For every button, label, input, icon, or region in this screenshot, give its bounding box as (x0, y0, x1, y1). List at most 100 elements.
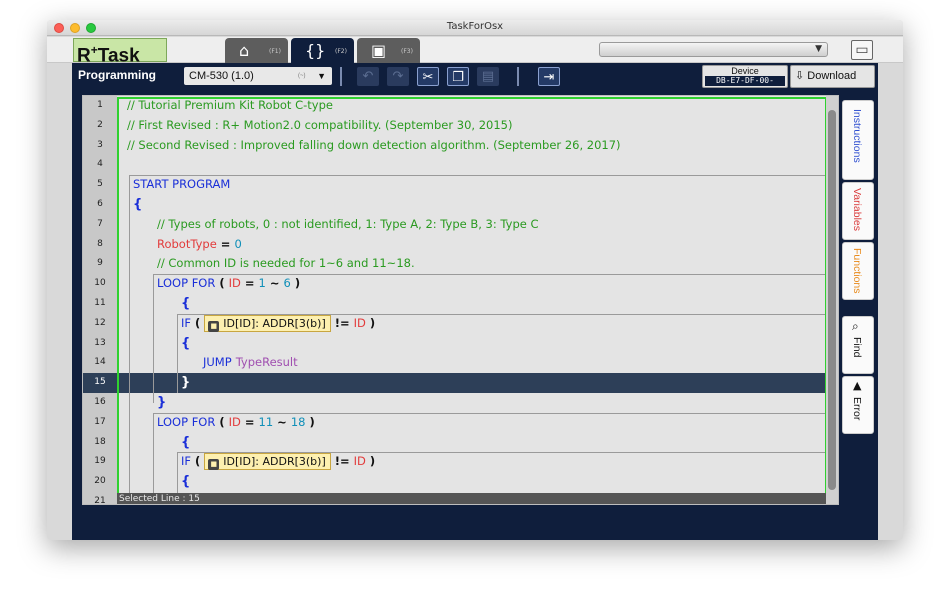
chevron-down-icon: ▼ (815, 44, 822, 54)
line-number: 21 (94, 496, 106, 505)
code-token: // Types of robots, 0 : not identified, … (157, 216, 539, 231)
code-line[interactable]: 12 IF ( ■ ID[ID]: ADDR[3(b)] != ID ) (83, 314, 827, 334)
home-icon: ⌂ (239, 41, 250, 60)
code-line[interactable]: 16} (83, 393, 827, 413)
tab-monitor[interactable]: ▣ (F3) (357, 38, 420, 63)
redo-icon: ↷ (392, 69, 404, 84)
redo-button[interactable]: ↷ (387, 67, 409, 86)
save-button[interactable]: ▭ (851, 40, 873, 60)
code-line[interactable]: 6{ (83, 195, 827, 215)
code-token: { (181, 474, 191, 490)
code-token: 0 (234, 236, 242, 251)
code-text: { (181, 334, 190, 354)
top-bar: R+Task ⌂ (F1) {} (F2) ▣ (F3) ▼ ▭ (47, 37, 903, 66)
paste-button[interactable]: ▤ (477, 67, 499, 86)
line-number: 17 (94, 416, 106, 427)
code-line[interactable]: 17 LOOP FOR ( ID = 11 ~ 18 ) (83, 413, 827, 433)
code-text: LOOP FOR ( ID = 1 ~ 6 ) (157, 274, 300, 294)
code-line[interactable]: 9 // Common ID is needed for 1~6 and 11~1… (83, 254, 827, 274)
block-guide (153, 412, 827, 414)
code-line[interactable]: 11 { (83, 294, 827, 314)
code-icon: {} (305, 41, 326, 60)
line-number: 15 (83, 373, 117, 393)
line-number: 5 (97, 179, 103, 190)
code-line[interactable]: 4 (83, 155, 827, 175)
chip-label: ID[ID]: ADDR[3(b)] (223, 316, 326, 330)
scrollbar-thumb[interactable] (828, 110, 836, 490)
block-guide (129, 175, 130, 504)
code-line[interactable]: 5 START PROGRAM (83, 175, 827, 195)
cut-button[interactable]: ✂ (417, 67, 439, 86)
code-text: { (181, 294, 190, 314)
controller-select[interactable]: CM-530 (1.0) (~) ▼ (184, 67, 332, 85)
code-token: != (330, 454, 354, 469)
line-number: 1 (97, 100, 103, 110)
code-line[interactable]: 19 IF ( ■ ID[ID]: ADDR[3(b)] != ID ) (83, 452, 827, 472)
code-token: 11 (258, 414, 274, 429)
code-token: } (157, 395, 167, 410)
code-text: RobotType = 0 (157, 235, 242, 255)
save-icon: ▭ (855, 42, 869, 58)
code-line[interactable]: 7 // Types of robots, 0 : not identified,… (83, 215, 827, 235)
chip-label: ID[ID]: ADDR[3(b)] (223, 455, 326, 469)
code-token: { (133, 197, 143, 212)
code-token: ~ (265, 276, 284, 291)
side-tab-error[interactable]: ▲ Error (842, 376, 874, 434)
copy-icon: ❐ (452, 70, 464, 85)
block-guide (177, 452, 827, 454)
code-token: { (181, 434, 191, 450)
download-button[interactable]: ⇩ Download (790, 65, 875, 88)
line-number: 3 (97, 139, 103, 150)
bottom-strip (72, 524, 878, 540)
code-line[interactable]: 13 { (83, 334, 827, 354)
line-number: 9 (97, 258, 103, 269)
tab-home[interactable]: ⌂ (F1) (225, 38, 288, 63)
code-token: ( (191, 315, 205, 330)
code-token: START PROGRAM (133, 177, 231, 192)
code-token: ( (215, 276, 229, 291)
side-tab-functions[interactable]: Functions (842, 242, 874, 300)
side-tab-find[interactable]: ⌕ Find (842, 316, 874, 374)
side-tab-instructions[interactable]: Instructions (842, 100, 874, 180)
clipboard-icon: ▤ (481, 69, 495, 84)
side-tab-variables[interactable]: Variables (842, 182, 874, 240)
controller-icon: ■ (208, 320, 220, 332)
scissors-icon: ✂ (422, 70, 434, 85)
side-tab-label: Functions (851, 248, 863, 294)
code-token: ~ (273, 414, 291, 429)
block-guide (129, 175, 827, 177)
undo-button[interactable]: ↶ (357, 67, 379, 86)
code-editor[interactable]: 1 // Tutorial Premium Kit Robot C-type 2 //… (82, 95, 839, 505)
code-token: // Second Revised : Improved falling dow… (127, 137, 621, 152)
code-line[interactable]: 8 RobotType = 0 (83, 235, 827, 255)
code-text: JUMP TypeResult (203, 353, 298, 373)
code-line[interactable]: 15} (83, 373, 827, 393)
copy-button[interactable]: ❐ (447, 67, 469, 86)
export-button[interactable]: ⇥ (538, 67, 560, 86)
code-text: { (181, 472, 190, 492)
code-token: 18 (290, 414, 306, 429)
code-line[interactable]: 1 // Tutorial Premium Kit Robot C-type (83, 96, 827, 116)
line-number: 8 (97, 238, 103, 249)
tab-programming-key: (F2) (335, 48, 347, 55)
code-line[interactable]: 20 { (83, 472, 827, 492)
block-guide (177, 313, 178, 393)
toolbar-divider (517, 67, 519, 86)
code-line[interactable]: 10 LOOP FOR ( ID = 1 ~ 6 ) (83, 274, 827, 294)
code-line[interactable]: 18 { (83, 433, 827, 453)
code-line[interactable]: 3 // Second Revised : Improved falling do… (83, 136, 827, 156)
line-number: 7 (97, 218, 103, 229)
tab-programming[interactable]: {} (F2) (291, 38, 354, 63)
code-token: 1 (258, 276, 266, 291)
address-parameter-chip: ■ ID[ID]: ADDR[3(b)] (204, 453, 331, 471)
code-line[interactable]: 14 JUMP TypeResult (83, 353, 827, 373)
port-select[interactable]: ▼ (599, 42, 828, 57)
editor-scrollbar[interactable] (826, 96, 838, 504)
device-label: Device (731, 66, 759, 76)
line-number: 14 (94, 357, 106, 368)
side-tab-label: Variables (851, 188, 863, 231)
monitor-icon: ▣ (371, 41, 387, 60)
download-label: Download (807, 70, 857, 82)
block-guide (153, 274, 154, 403)
code-line[interactable]: 2 // First Revised : R+ Motion2.0 compati… (83, 116, 827, 136)
